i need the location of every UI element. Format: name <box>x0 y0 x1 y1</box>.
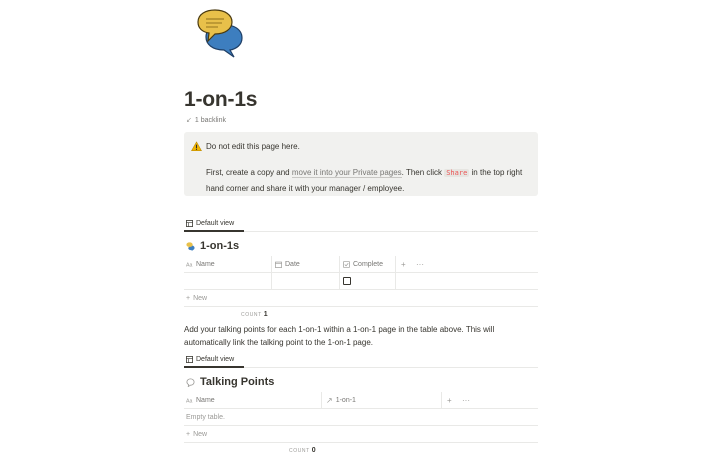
count-value: 1 <box>263 311 268 318</box>
column-divider <box>441 392 442 408</box>
column-date[interactable]: Date <box>275 256 300 272</box>
table-icon <box>186 356 193 363</box>
view-tabbar: Default view <box>184 217 538 232</box>
private-pages-link[interactable]: move it into your Private pages <box>291 168 402 178</box>
table-icon <box>186 220 193 227</box>
column-name[interactable]: Aa Name <box>186 392 215 408</box>
speech-bubble-icon <box>186 377 195 387</box>
checkbox-icon <box>343 260 350 268</box>
share-code: Share <box>444 169 470 177</box>
database-title-text: Talking Points <box>200 376 275 388</box>
count-wrapper: COUNT 1 <box>241 311 268 318</box>
database-title[interactable]: Talking Points <box>184 374 538 390</box>
callout-text-part: First, create a copy and <box>206 168 292 177</box>
cell-divider <box>395 273 396 289</box>
database-title-text: 1-on-1s <box>200 240 240 252</box>
callout-text: First, create a copy and move it into yo… <box>206 165 528 196</box>
column-divider <box>321 392 322 408</box>
tab-default-view[interactable]: Default view <box>184 353 244 368</box>
callout: Do not edit this page here. First, creat… <box>184 132 538 196</box>
callout-heading: Do not edit this page here. <box>206 142 300 151</box>
database-talking-points: Default view Talking Points Aa Name ↗ 1-… <box>184 353 538 457</box>
speech-bubbles-icon[interactable] <box>194 8 246 58</box>
view-tabbar: Default view <box>184 353 538 368</box>
column-divider <box>339 256 340 272</box>
column-name[interactable]: Aa Name <box>186 256 215 272</box>
add-column-button[interactable]: + <box>447 392 452 408</box>
more-options-button[interactable]: ··· <box>416 256 424 272</box>
tab-default-view[interactable]: Default view <box>184 217 244 232</box>
callout-text-part: . Then click <box>401 168 445 177</box>
text-icon: Aa <box>186 398 193 403</box>
count-label: COUNT <box>289 448 310 454</box>
more-options-button[interactable]: ··· <box>462 392 470 408</box>
count-footer: COUNT 1 <box>184 307 538 321</box>
database-title[interactable]: 1-on-1s <box>184 238 538 254</box>
relation-arrow-icon: ↗ <box>326 395 333 405</box>
count-value: 0 <box>311 447 316 454</box>
column-divider <box>395 256 396 272</box>
tab-label: Default view <box>196 356 235 363</box>
page-title: 1-on-1s <box>184 88 258 111</box>
table-row[interactable] <box>184 273 538 290</box>
cell-divider <box>271 273 272 289</box>
count-footer: COUNT 0 <box>184 443 538 457</box>
table-header: Aa Name ↗ 1-on-1 + ··· <box>184 392 538 409</box>
new-row-label: New <box>193 430 208 438</box>
tab-label: Default view <box>196 220 235 227</box>
column-complete[interactable]: Complete <box>343 256 383 272</box>
new-row-button[interactable]: + New <box>184 426 538 443</box>
speech-bubbles-icon <box>186 241 195 251</box>
instruction-text: Add your talking points for each 1-on-1 … <box>184 325 495 347</box>
cell-divider <box>339 273 340 289</box>
column-1-on-1[interactable]: ↗ 1-on-1 <box>326 392 356 408</box>
column-complete-label: Complete <box>353 260 383 268</box>
table-header: Aa Name Date Complete + ··· <box>184 256 538 273</box>
backlink-arrow-icon: ↙ <box>186 117 192 124</box>
new-row-button[interactable]: + New <box>184 290 538 307</box>
text-icon: Aa <box>186 262 193 267</box>
complete-checkbox[interactable] <box>343 277 351 285</box>
count-label: COUNT <box>241 312 262 318</box>
column-date-label: Date <box>285 260 300 268</box>
database-1-on-1s: Default view 1-on-1s Aa Name Date Comple… <box>184 217 538 321</box>
backlink[interactable]: ↙ 1 backlink <box>186 116 227 125</box>
plus-icon: + <box>186 294 191 302</box>
calendar-icon <box>275 261 282 268</box>
plus-icon: + <box>186 430 191 438</box>
svg-text:Aa: Aa <box>186 262 193 267</box>
new-row-label: New <box>193 294 208 302</box>
warning-icon <box>191 141 202 152</box>
column-name-label: Name <box>196 260 215 268</box>
svg-text:Aa: Aa <box>186 398 193 403</box>
count-wrapper: COUNT 0 <box>289 447 316 454</box>
column-divider <box>271 256 272 272</box>
column-1-on-1-label: 1-on-1 <box>335 396 356 404</box>
backlink-label: 1 backlink <box>194 116 227 124</box>
add-column-button[interactable]: + <box>401 256 406 272</box>
column-name-label: Name <box>196 396 215 404</box>
empty-table-message: Empty table. <box>184 409 538 426</box>
